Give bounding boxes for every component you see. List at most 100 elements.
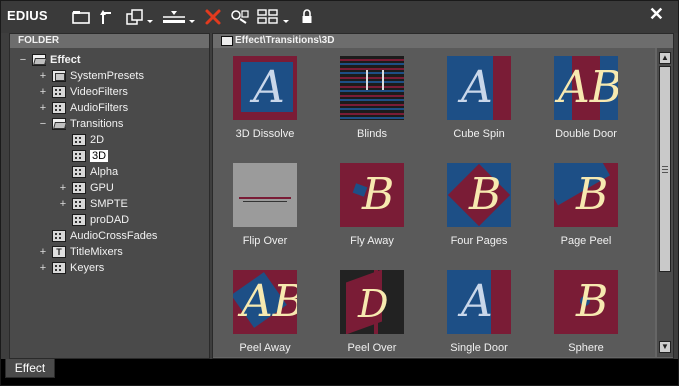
expand-icon[interactable]: + xyxy=(38,246,48,258)
effect-thumbnail: B xyxy=(554,270,618,334)
effect-label: Four Pages xyxy=(450,235,508,247)
tree-item[interactable]: − Effect xyxy=(18,52,81,68)
tree-item-label: proDAD xyxy=(90,214,130,226)
tree-item-label: SystemPresets xyxy=(70,70,144,82)
path-header: Effect\Transitions\3D xyxy=(213,34,673,48)
effect-label: Blinds xyxy=(357,128,387,140)
folder-open-icon xyxy=(52,118,66,130)
tree-item-label: Transitions xyxy=(70,118,124,130)
tree-item[interactable]: 2D xyxy=(58,132,104,148)
app-title: EDIUS xyxy=(7,8,48,23)
effect-item[interactable]: D Peel Over xyxy=(320,266,420,366)
effect-thumbnail: D xyxy=(340,270,404,334)
folder-header: FOLDER xyxy=(10,34,209,48)
effect-thumbnail: AB xyxy=(233,270,297,334)
tree-item[interactable]: + SMPTE xyxy=(58,196,128,212)
tree-item[interactable]: + Keyers xyxy=(38,260,104,276)
tree-item[interactable]: proDAD xyxy=(58,212,129,228)
vertical-scrollbar[interactable]: ▲ ▼ xyxy=(657,48,673,357)
grid-icon xyxy=(52,86,66,98)
effect-thumbnail: B xyxy=(340,163,404,227)
tree-item-label: AudioFilters xyxy=(70,102,129,114)
tree-item-label: AudioCrossFades xyxy=(70,230,158,242)
folder-panel: FOLDER − Effect + SystemPresets + VideoFilter… xyxy=(9,33,210,359)
effect-thumbnail: A xyxy=(447,270,511,334)
expand-icon[interactable]: + xyxy=(58,182,68,194)
effect-item[interactable]: AB Peel Away xyxy=(213,266,313,366)
effect-item[interactable]: B Page Peel xyxy=(534,159,634,259)
scroll-up-button[interactable]: ▲ xyxy=(659,52,671,64)
effect-thumbnail: B xyxy=(554,163,618,227)
properties-icon[interactable] xyxy=(229,7,251,27)
tree-item[interactable]: + AudioFilters xyxy=(38,100,128,116)
grid-icon xyxy=(72,182,86,194)
effect-label: Flip Over xyxy=(242,235,288,247)
tree-item[interactable]: AudioCrossFades xyxy=(38,228,157,244)
effects-grid: A 3D Dissolve Blinds A Cube Spin AB Double Doo… xyxy=(213,48,655,357)
effect-item[interactable]: Blinds xyxy=(320,52,420,152)
effect-item[interactable]: AB Double Door xyxy=(534,52,634,152)
up-level-icon[interactable] xyxy=(97,7,115,27)
title-icon: T xyxy=(52,246,66,258)
effect-item[interactable]: B Four Pages xyxy=(427,159,527,259)
scroll-down-button[interactable]: ▼ xyxy=(659,341,671,353)
effect-label: Single Door xyxy=(450,342,508,354)
effect-item[interactable]: A 3D Dissolve xyxy=(213,52,313,152)
effect-thumbnail: A xyxy=(233,56,297,120)
effect-item[interactable]: Flip Over xyxy=(213,159,313,259)
folder-icon xyxy=(52,70,66,82)
collapse-icon[interactable]: − xyxy=(18,54,28,66)
folder-icon[interactable] xyxy=(71,7,91,27)
expand-icon[interactable]: + xyxy=(38,86,48,98)
scroll-thumb[interactable] xyxy=(659,66,671,272)
effect-thumbnail: AB xyxy=(554,56,618,120)
path-folder-icon xyxy=(221,36,233,46)
tree-item-label: TitleMixers xyxy=(70,246,123,258)
effect-thumbnail xyxy=(233,163,297,227)
tree-item-label: 2D xyxy=(90,134,105,146)
effect-thumbnail: A xyxy=(447,56,511,120)
delete-icon[interactable] xyxy=(203,7,223,27)
insert-dropdown-icon[interactable] xyxy=(161,7,197,27)
expand-icon[interactable]: + xyxy=(58,198,68,210)
grid-icon xyxy=(72,150,86,162)
effect-item[interactable]: A Single Door xyxy=(427,266,527,366)
expand-icon[interactable]: + xyxy=(38,102,48,114)
copy-dropdown-icon[interactable] xyxy=(125,7,155,27)
effect-thumbnail xyxy=(340,56,404,120)
tree-item[interactable]: + VideoFilters xyxy=(38,84,128,100)
grid-icon xyxy=(52,102,66,114)
tree-item[interactable]: + GPU xyxy=(58,180,114,196)
effect-thumbnail: B xyxy=(447,163,511,227)
tab-strip: Effect xyxy=(1,359,678,385)
grid-icon xyxy=(72,166,86,178)
view-mode-dropdown-icon[interactable] xyxy=(257,7,293,27)
grid-icon xyxy=(72,134,86,146)
tab-effect[interactable]: Effect xyxy=(5,359,55,378)
tree-item[interactable]: − Transitions xyxy=(38,116,123,132)
expand-icon[interactable]: + xyxy=(38,262,48,274)
effect-item[interactable]: B Fly Away xyxy=(320,159,420,259)
tree-item-label: Keyers xyxy=(70,262,105,274)
tree-item-label: GPU xyxy=(90,182,114,194)
effect-item[interactable]: B Sphere xyxy=(534,266,634,366)
tree-item[interactable]: Alpha xyxy=(58,164,118,180)
tree-item-label: SMPTE xyxy=(90,198,128,210)
effects-panel: Effect\Transitions\3D A 3D Dissolve Blinds… xyxy=(212,33,674,359)
lock-icon[interactable] xyxy=(299,7,315,27)
effect-label: Page Peel xyxy=(560,235,612,247)
effect-label: 3D Dissolve xyxy=(235,128,295,140)
tree-item[interactable]: + SystemPresets xyxy=(38,68,144,84)
expand-icon[interactable]: + xyxy=(38,70,48,82)
tree-item-label: VideoFilters xyxy=(70,86,128,98)
grid-icon xyxy=(72,198,86,210)
effect-label: Peel Away xyxy=(239,342,291,354)
folder-open-icon xyxy=(32,54,46,66)
collapse-icon[interactable]: − xyxy=(38,118,48,130)
tree-item[interactable]: 3D xyxy=(58,148,109,164)
effect-label: Double Door xyxy=(555,128,617,140)
effect-item[interactable]: A Cube Spin xyxy=(427,52,527,152)
effect-label: Fly Away xyxy=(350,235,394,247)
close-button[interactable]: ✕ xyxy=(649,4,664,25)
tree-item[interactable]: + T TitleMixers xyxy=(38,244,123,260)
